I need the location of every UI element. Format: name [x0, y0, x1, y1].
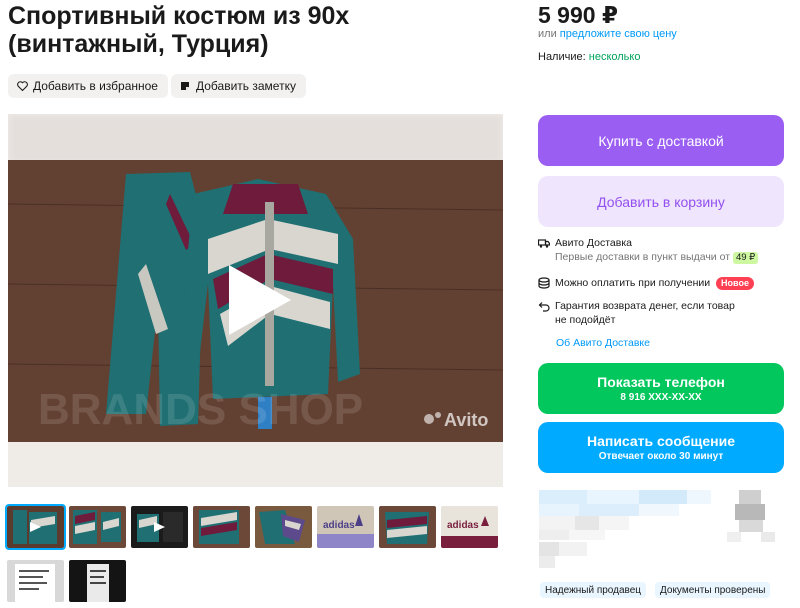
show-phone-label: Показать телефон — [597, 374, 725, 390]
about-delivery-link[interactable]: Об Авито Доставке — [556, 337, 650, 349]
thumbnail-6[interactable]: adidas — [317, 506, 374, 548]
coins-icon — [538, 277, 550, 289]
add-note-label: Добавить заметку — [196, 79, 296, 93]
truck-icon — [537, 237, 551, 249]
reliable-seller-badge: Надежный продавец — [540, 582, 647, 598]
add-favorite-label: Добавить в избранное — [33, 79, 158, 93]
or-text: или — [538, 28, 557, 40]
thumbnail-7[interactable] — [379, 506, 436, 548]
availability: Наличие: несколько — [538, 51, 640, 63]
guarantee-line-2: не подойдёт — [555, 314, 616, 326]
listing-title-line-2: (винтажный, Турция) — [8, 30, 269, 58]
availability-value: несколько — [588, 51, 641, 63]
svg-text:adidas: adidas — [323, 520, 355, 531]
write-message-button[interactable]: Написать сообщение Отвечает около 30 мин… — [538, 422, 784, 473]
main-video-preview[interactable]: BRANDS SHOP Avito — [8, 114, 503, 487]
availability-label: Наличие: — [538, 51, 586, 63]
heart-icon — [16, 80, 28, 92]
price-offer-line: или предложите свою цену — [538, 28, 677, 40]
delivery-title: Авито Доставка — [555, 237, 632, 249]
thumbnail-5[interactable] — [255, 506, 312, 548]
add-note-button[interactable]: Добавить заметку — [171, 74, 306, 98]
thumbnail-2[interactable] — [69, 506, 126, 548]
thumbnail-1[interactable] — [5, 504, 66, 550]
add-favorite-button[interactable]: Добавить в избранное — [8, 74, 168, 98]
thumbnail-3[interactable] — [131, 506, 188, 548]
buy-with-delivery-button[interactable]: Купить с доставкой — [538, 115, 784, 166]
first-delivery-text: Первые доставки в пункт выдачи от — [555, 251, 731, 263]
listing-title: Спортивный костюм из 90х (винтажный, Тур… — [8, 2, 518, 58]
seller-info-blurred[interactable] — [535, 486, 795, 581]
buy-with-delivery-label: Купить с доставкой — [598, 132, 724, 149]
write-message-label: Написать сообщение — [586, 433, 736, 449]
avito-watermark: Avito — [444, 410, 488, 430]
return-arrow-icon — [538, 300, 550, 312]
price: 5 990 ₽ — [538, 2, 618, 28]
delivery-info: Авито Доставка Первые доставки в пункт в… — [537, 236, 759, 264]
reply-time: Отвечает около 30 минут — [598, 451, 724, 462]
note-icon — [179, 80, 191, 92]
offer-price-link[interactable]: предложите свою цену — [560, 28, 677, 40]
svg-text:adidas: adidas — [447, 520, 479, 531]
add-to-cart-button[interactable]: Добавить в корзину — [538, 176, 784, 227]
thumbnail-9[interactable] — [7, 560, 64, 602]
pay-on-receipt-text: Можно оплатить при получении — [555, 277, 711, 289]
thumbnail-4[interactable] — [193, 506, 250, 548]
guarantee-row: Гарантия возврата денег, если товар не п… — [538, 299, 735, 327]
brand-watermark: BRANDS SHOP — [38, 385, 363, 434]
listing-title-line-1: Спортивный костюм из 90х — [8, 2, 350, 30]
documents-verified-badge: Документы проверены — [655, 582, 771, 598]
new-badge: Новое — [716, 277, 754, 290]
show-phone-button[interactable]: Показать телефон 8 916 XXX-XX-XX — [538, 363, 784, 414]
phone-masked: 8 916 XXX-XX-XX — [620, 392, 702, 403]
thumbnail-10[interactable] — [69, 560, 126, 602]
first-delivery-price: 49 ₽ — [732, 252, 759, 264]
thumbnail-8[interactable]: adidas — [441, 506, 498, 548]
pay-on-receipt-row: Можно оплатить при получении Новое — [538, 276, 754, 290]
add-to-cart-label: Добавить в корзину — [597, 193, 725, 210]
guarantee-line-1: Гарантия возврата денег, если товар — [555, 300, 735, 312]
